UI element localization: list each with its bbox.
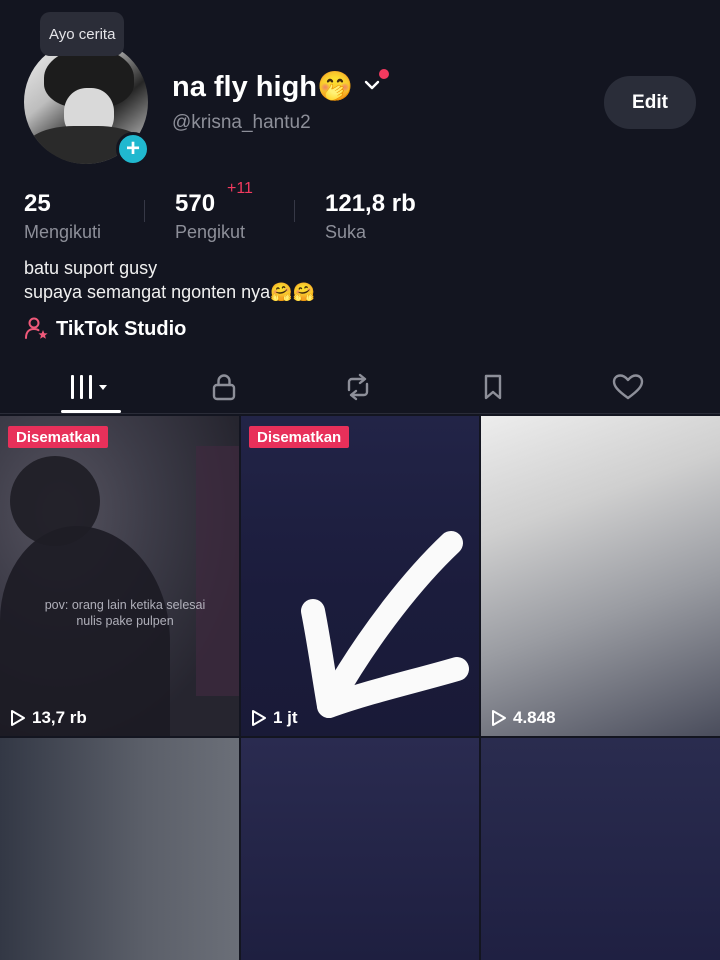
edit-profile-button[interactable]: Edit bbox=[604, 76, 696, 129]
display-name-row[interactable]: na fly high🤭 bbox=[172, 70, 383, 104]
likes-label: Suka bbox=[325, 222, 367, 242]
tabs-divider bbox=[0, 413, 720, 414]
pinned-badge: Disematkan bbox=[249, 426, 350, 448]
thumbnail-person-head bbox=[10, 456, 100, 546]
following-label: Mengikuti bbox=[24, 222, 102, 242]
add-story-plus-icon[interactable]: + bbox=[116, 132, 150, 166]
view-count: 1 jt bbox=[251, 708, 298, 728]
view-count-text: 13,7 rb bbox=[32, 708, 87, 727]
tab-saved[interactable] bbox=[433, 362, 553, 412]
tab-reposts[interactable] bbox=[298, 362, 418, 412]
story-prompt-bubble[interactable]: Ayo cerita bbox=[40, 12, 125, 56]
view-count: 4.848 bbox=[491, 708, 556, 728]
view-count-text: 4.848 bbox=[513, 708, 556, 727]
heart-icon bbox=[612, 374, 644, 400]
notification-dot bbox=[379, 69, 389, 79]
stat-divider bbox=[144, 200, 145, 222]
play-icon bbox=[11, 710, 25, 726]
video-thumbnail[interactable]: Disematkan 1 jt bbox=[241, 416, 479, 736]
tab-liked[interactable] bbox=[568, 362, 688, 412]
view-count-text: 1 jt bbox=[273, 708, 298, 727]
play-icon bbox=[492, 710, 506, 726]
video-caption-line: nulis pake pulpen bbox=[76, 614, 174, 628]
stat-likes[interactable]: 121,8 rb Suka bbox=[325, 190, 416, 243]
play-icon bbox=[252, 710, 266, 726]
video-caption: pov: orang lain ketika selesai nulis pak… bbox=[20, 597, 230, 629]
tiktok-studio-label: TikTok Studio bbox=[56, 317, 187, 340]
view-count: 13,7 rb bbox=[10, 708, 87, 728]
username: @krisna_hantu2 bbox=[172, 112, 311, 133]
thumbnail-person bbox=[0, 526, 170, 736]
profile-bio: batu suport gusy supaya semangat ngonten… bbox=[24, 256, 315, 304]
bio-line: supaya semangat ngonten nya🤗🤗 bbox=[24, 282, 316, 302]
new-followers-badge: +11 bbox=[227, 180, 253, 197]
stat-divider bbox=[294, 200, 295, 222]
profile-stats: 25 Mengikuti 570 Pengikut 121,8 rb Suka bbox=[0, 190, 720, 246]
likes-count: 121,8 rb bbox=[325, 190, 416, 217]
bio-line: batu suport gusy bbox=[24, 258, 158, 278]
video-thumbnail[interactable] bbox=[241, 738, 479, 960]
followers-label: Pengikut bbox=[175, 222, 246, 242]
video-thumbnail[interactable] bbox=[481, 738, 720, 960]
tab-private[interactable] bbox=[164, 362, 284, 412]
thumbnail-background bbox=[196, 446, 239, 696]
pinned-badge: Disematkan bbox=[8, 426, 109, 448]
video-thumbnail[interactable] bbox=[0, 738, 239, 960]
video-caption-line: pov: orang lain ketika selesai bbox=[44, 598, 206, 612]
video-thumbnail[interactable]: 4.848 bbox=[481, 416, 720, 736]
following-count: 25 bbox=[24, 190, 51, 217]
stat-following[interactable]: 25 Mengikuti bbox=[24, 190, 101, 243]
bookmark-icon bbox=[484, 374, 502, 400]
tab-videos[interactable] bbox=[31, 362, 151, 412]
drawn-arrow-icon bbox=[301, 531, 469, 718]
tiktok-studio-link[interactable]: TikTok Studio bbox=[24, 316, 186, 342]
profile-tabs bbox=[0, 362, 720, 414]
display-name: na fly high🤭 bbox=[172, 71, 354, 103]
story-prompt-text: Ayo cerita bbox=[49, 25, 116, 43]
video-thumbnail[interactable]: pov: orang lain ketika selesai nulis pak… bbox=[0, 416, 239, 736]
lock-icon bbox=[212, 374, 236, 401]
repost-icon bbox=[347, 373, 369, 401]
videos-grid-icon bbox=[71, 375, 107, 399]
creator-studio-icon bbox=[25, 317, 48, 339]
video-grid: pov: orang lain ketika selesai nulis pak… bbox=[0, 416, 720, 960]
